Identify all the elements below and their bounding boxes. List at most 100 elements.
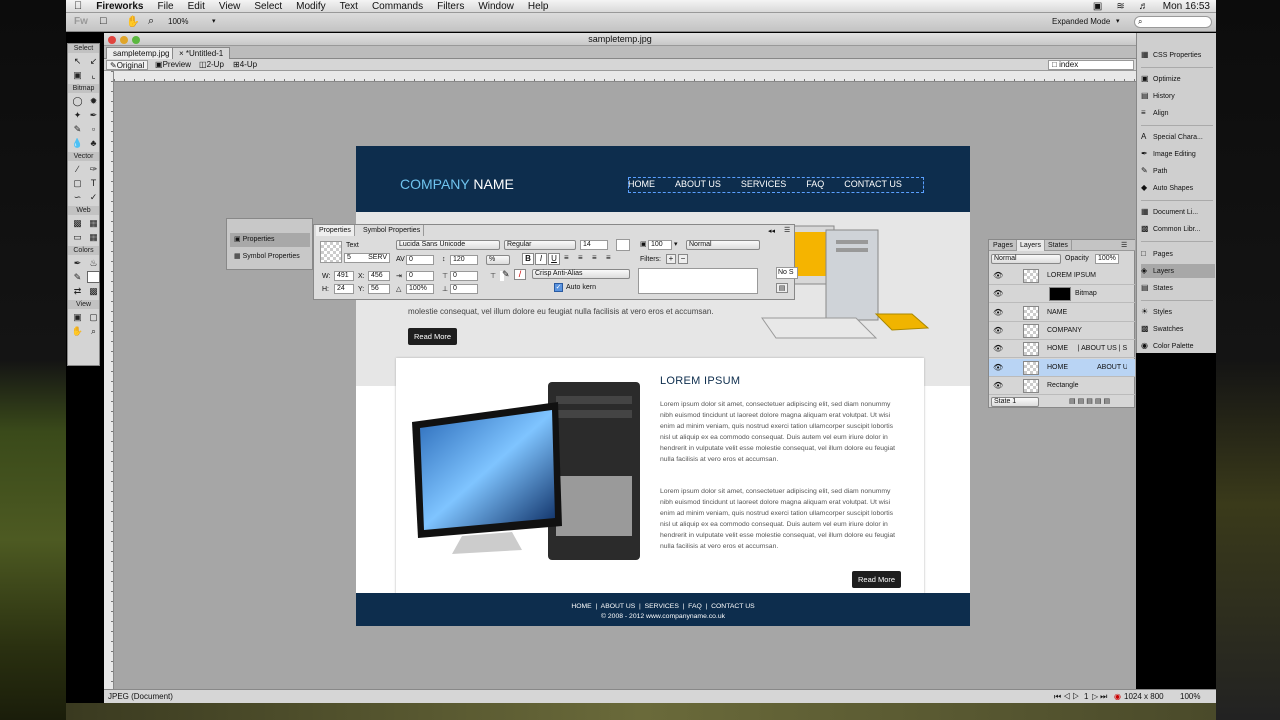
- menu-text[interactable]: Text: [340, 1, 358, 12]
- style-options-icon[interactable]: ▤: [776, 283, 788, 293]
- knife-icon[interactable]: ✓: [87, 191, 100, 203]
- menu-file[interactable]: File: [158, 1, 174, 12]
- side-item-properties[interactable]: ▣ Properties: [230, 233, 310, 247]
- dock-styles[interactable]: ☀ Styles: [1141, 305, 1215, 319]
- font-style-select[interactable]: Regular: [504, 240, 576, 250]
- dock-image-editing[interactable]: ✒ Image Editing: [1141, 147, 1215, 161]
- opacity-dropdown-icon[interactable]: ▾: [674, 240, 678, 248]
- align-right-icon[interactable]: ≡: [592, 253, 597, 262]
- justify-icon[interactable]: ≡: [606, 253, 611, 262]
- slice-icon[interactable]: ▦: [87, 217, 100, 229]
- page-selector[interactable]: □ index: [1048, 60, 1134, 70]
- remove-filter-button[interactable]: −: [678, 254, 688, 264]
- dock-pages[interactable]: □ Pages: [1141, 247, 1215, 261]
- dock-css-properties[interactable]: ▦ CSS Properties: [1141, 48, 1215, 62]
- eye-icon[interactable]: 👁: [993, 340, 1003, 358]
- rectangle-icon[interactable]: ▢: [71, 177, 84, 189]
- underline-button[interactable]: U: [548, 253, 560, 265]
- dock-align[interactable]: ≡ Align: [1141, 106, 1215, 120]
- view-4up-button[interactable]: ⊞4-Up: [230, 60, 260, 70]
- blend-mode-select[interactable]: Normal: [686, 240, 760, 250]
- dock-special-characters[interactable]: A Special Chara...: [1141, 130, 1215, 144]
- scale-icon[interactable]: ▣: [71, 69, 84, 81]
- tab-layers[interactable]: Layers: [1017, 240, 1046, 251]
- horizontal-ruler[interactable]: [114, 71, 1136, 82]
- zoom-icon[interactable]: ⌕: [148, 15, 154, 28]
- workspace-switcher[interactable]: Expanded Mode: [1052, 17, 1110, 26]
- crop-icon[interactable]: ⌞: [87, 69, 100, 81]
- eyedropper-icon[interactable]: ✒: [71, 257, 84, 269]
- record-icon[interactable]: ◉: [1114, 690, 1121, 703]
- zoom-window-button[interactable]: [132, 36, 140, 44]
- stroke-color-swatch[interactable]: /: [514, 269, 526, 280]
- italic-button[interactable]: I: [535, 253, 547, 265]
- site-logo[interactable]: COMPANY NAME: [400, 176, 514, 192]
- zoom-select[interactable]: 100%: [168, 17, 188, 26]
- menu-help[interactable]: Help: [528, 1, 549, 12]
- dock-auto-shapes[interactable]: ◆ Auto Shapes: [1141, 181, 1215, 195]
- close-icon[interactable]: ×: [179, 49, 186, 58]
- fullscreen-icon[interactable]: ▢: [87, 311, 100, 323]
- align-center-icon[interactable]: ≡: [578, 253, 583, 262]
- zoom-tool-icon[interactable]: ⌕: [87, 325, 100, 337]
- default-colors-icon[interactable]: ▩: [87, 285, 100, 297]
- tab-pages[interactable]: Pages: [990, 240, 1017, 251]
- height-field[interactable]: 24: [334, 284, 354, 294]
- menu-view[interactable]: View: [219, 1, 241, 12]
- style-preview[interactable]: No S: [776, 267, 798, 279]
- dock-states[interactable]: ▤ States: [1141, 281, 1215, 295]
- anti-alias-select[interactable]: Crisp Anti-Alias: [532, 269, 630, 279]
- dock-swatches[interactable]: ▩ Swatches: [1141, 322, 1215, 336]
- document-icon[interactable]: □: [100, 15, 107, 27]
- zoom-dropdown-icon[interactable]: ▾: [212, 17, 216, 25]
- eye-icon[interactable]: 👁: [993, 304, 1003, 322]
- search-input[interactable]: ⌕: [1134, 16, 1212, 28]
- add-filter-button[interactable]: +: [666, 254, 676, 264]
- y-field[interactable]: 56: [368, 284, 390, 294]
- dock-history[interactable]: ▤ History: [1141, 89, 1215, 103]
- eye-icon[interactable]: 👁: [993, 377, 1003, 395]
- wifi-icon[interactable]: ≋: [1116, 1, 1124, 12]
- filters-list[interactable]: [638, 268, 758, 294]
- dock-layers[interactable]: ◈ Layers: [1141, 264, 1215, 278]
- subselect-icon[interactable]: ↙: [87, 55, 100, 67]
- webpage-design[interactable]: COMPANY NAME HOME ABOUT US SERVICES FAQ …: [356, 146, 970, 626]
- footer-links[interactable]: HOME | ABOUT US | SERVICES | FAQ | CONTA…: [356, 602, 970, 612]
- card-read-more-button[interactable]: Read More: [852, 571, 902, 588]
- tab-sampletemp[interactable]: sampletemp.jpg: [106, 47, 177, 59]
- tab-states[interactable]: States: [1045, 240, 1072, 251]
- menu-modify[interactable]: Modify: [296, 1, 325, 12]
- layer-opacity-field[interactable]: 100%: [1095, 254, 1119, 264]
- pen-icon[interactable]: ✑: [87, 163, 100, 175]
- text-color-swatch[interactable]: [616, 239, 630, 251]
- font-size-field[interactable]: 14: [580, 240, 608, 250]
- layer-row[interactable]: 👁 COMPANY: [989, 322, 1135, 340]
- hide-slices-icon[interactable]: ▭: [71, 231, 84, 243]
- status-zoom[interactable]: 100%: [1180, 690, 1200, 703]
- scale-field[interactable]: 100%: [406, 284, 434, 294]
- line-icon[interactable]: ∕: [71, 163, 84, 175]
- side-item-symbol-properties[interactable]: ▦ Symbol Properties: [230, 250, 310, 264]
- dock-document-library[interactable]: ▦ Document Li...: [1141, 205, 1215, 219]
- apple-icon[interactable]: : [74, 0, 82, 12]
- dock-optimize[interactable]: ▣ Optimize: [1141, 72, 1215, 86]
- magic-wand-icon[interactable]: ✦: [71, 109, 84, 121]
- space-before-field[interactable]: 0: [450, 271, 478, 281]
- layer-row[interactable]: 👁 NAME: [989, 304, 1135, 322]
- hero-read-more-button[interactable]: Read More: [408, 328, 458, 345]
- state-select[interactable]: State 1: [991, 397, 1039, 407]
- width-field[interactable]: 491: [334, 271, 354, 281]
- selection-box[interactable]: [628, 177, 924, 193]
- workspace-dropdown-icon[interactable]: ▾: [1116, 17, 1120, 25]
- screen-mode-icon[interactable]: ▣: [71, 311, 84, 323]
- indent-field[interactable]: 0: [406, 271, 434, 281]
- freeform-icon[interactable]: ∽: [71, 191, 84, 203]
- collapse-icon[interactable]: ◂◂: [768, 227, 775, 235]
- show-slices-icon[interactable]: ▦: [87, 231, 100, 243]
- vertical-ruler[interactable]: [104, 71, 114, 689]
- leading-field[interactable]: 120: [450, 255, 478, 265]
- panel-menu-icon[interactable]: ☰: [784, 226, 790, 234]
- eye-icon[interactable]: 👁: [993, 322, 1003, 340]
- eye-icon[interactable]: 👁: [993, 267, 1003, 285]
- text-icon[interactable]: T: [87, 177, 100, 189]
